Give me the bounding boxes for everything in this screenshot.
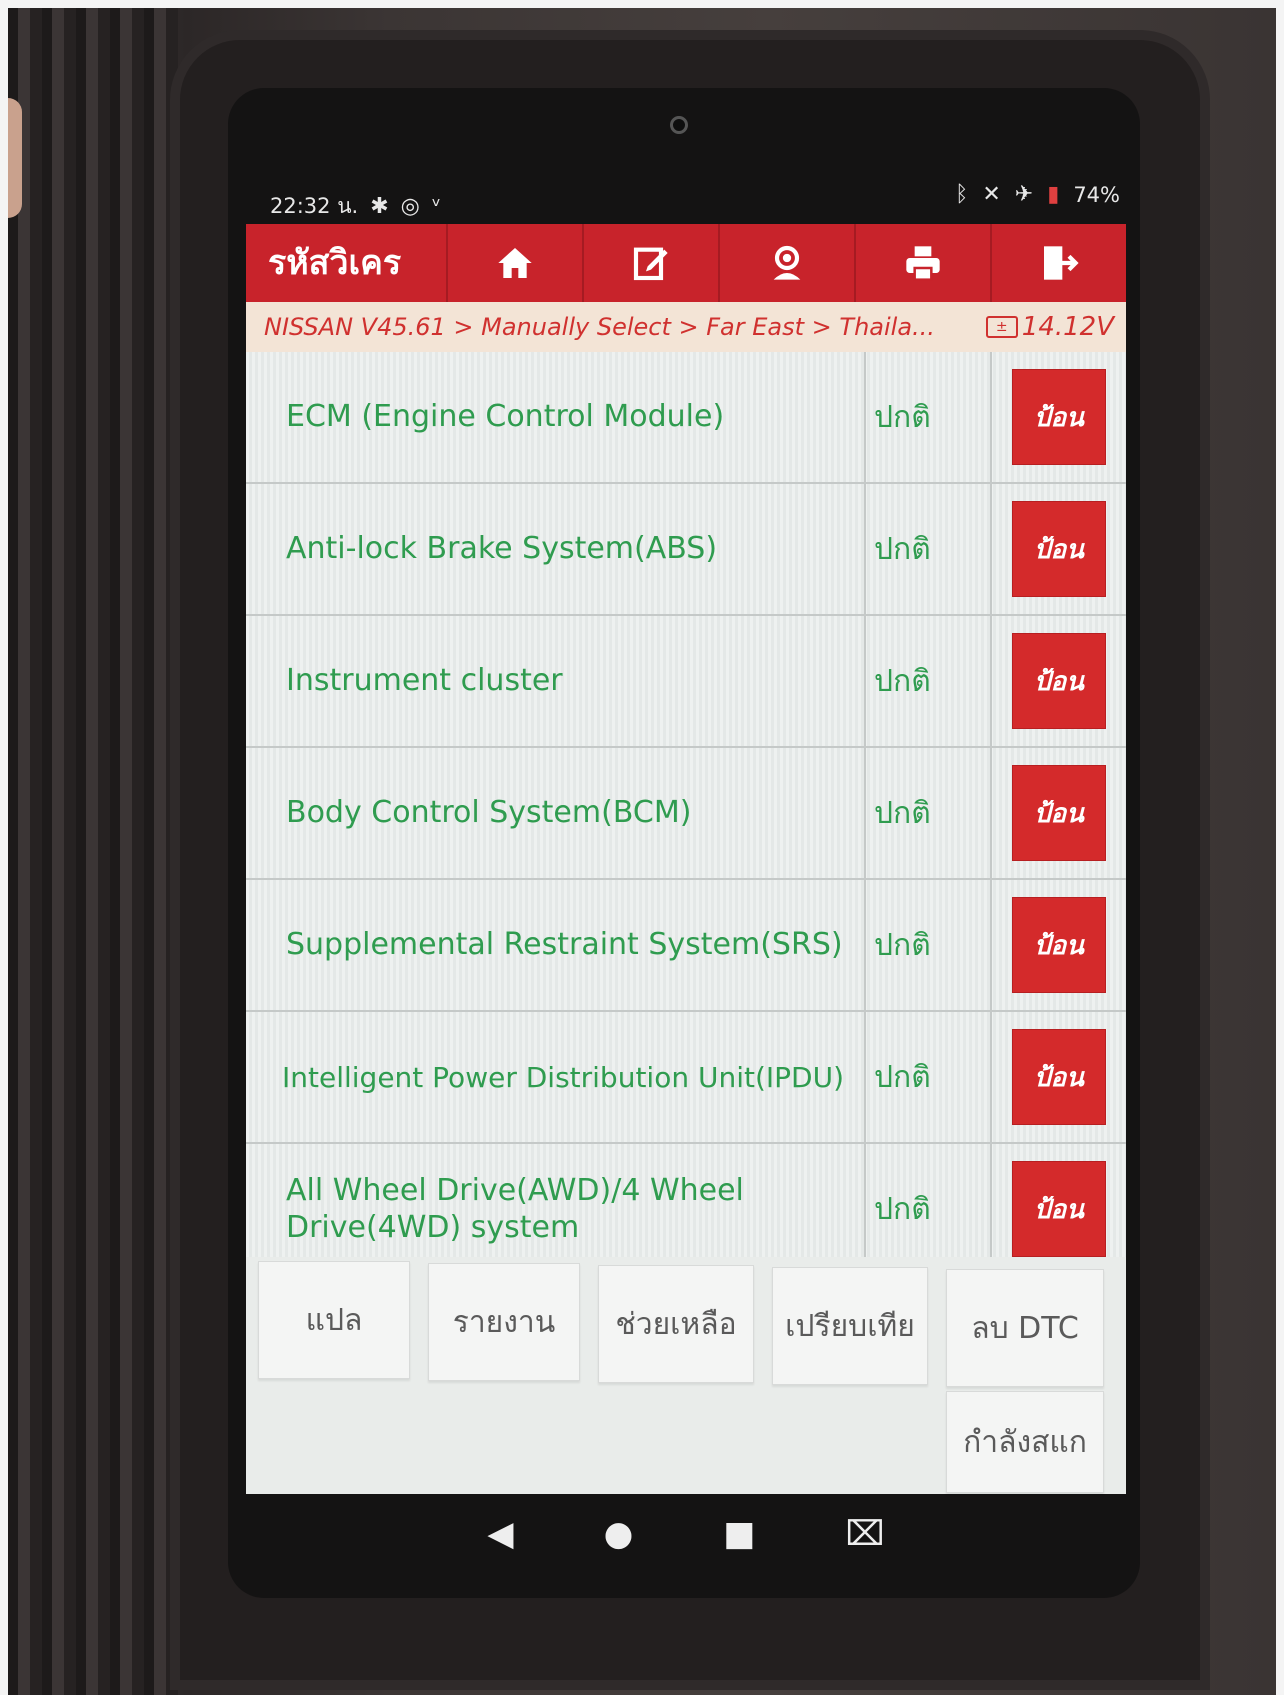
accessibility-icon: ◎ [400,194,420,219]
voltage-value: 14.12V [1021,312,1114,342]
battery-icon: ▮ [1047,182,1060,207]
system-status: ปกติ [866,484,992,614]
recents-icon[interactable]: ■ [723,1514,755,1554]
enter-button[interactable]: ป้อน [1012,897,1106,993]
bluetooth-icon: ᛒ [955,182,969,207]
finger [8,98,22,218]
system-status: ปกติ [866,616,992,746]
enter-button[interactable]: ป้อน [1012,1029,1106,1125]
list-item: ECM (Engine Control Module) ปกติ ป้อน [246,352,1126,484]
list-item: Instrument cluster ปกติ ป้อน [246,616,1126,748]
support-button[interactable] [718,224,854,302]
scanning-button[interactable]: กำลังสแก [946,1391,1104,1493]
page-title: รหัสวิเคร [268,243,402,283]
print-icon [906,246,940,281]
enter-button[interactable]: ป้อน [1012,501,1106,597]
enter-button[interactable]: ป้อน [1012,633,1106,729]
home-icon [498,248,532,278]
battery-voltage-icon: ± [985,316,1018,338]
system-name: Intelligent Power Distribution Unit(IPDU… [246,1012,866,1142]
edit-button[interactable] [582,224,718,302]
enter-button[interactable]: ป้อน [1012,1161,1106,1257]
system-name: Body Control System(BCM) [246,748,866,878]
clear-dtc-button[interactable]: ลบ DTC [946,1269,1104,1387]
help-button[interactable]: ช่วยเหลือ [598,1265,754,1383]
exit-icon [1044,246,1079,280]
system-name: Anti-lock Brake System(ABS) [246,484,866,614]
system-name: Instrument cluster [246,616,866,746]
status-time: 22:32 น. [270,194,359,218]
system-status: ปกติ [866,1012,992,1142]
settings-icon: ✱ [370,194,389,219]
system-name: Supplemental Restraint System(SRS) [246,880,866,1010]
breadcrumb: NISSAN V45.61 > Manually Select > Far Ea… [246,302,1126,352]
diagnostic-app: รหัสวิเคร NISSAN V45.61 > Manually Selec… [246,224,1126,1494]
device-grip [8,8,178,1695]
system-name: All Wheel Drive(AWD)/4 Wheel Drive(4WD) … [246,1144,866,1257]
home-circle-icon[interactable]: ● [604,1514,634,1554]
battery-percent: 74% [1073,182,1120,207]
system-name: ECM (Engine Control Module) [246,352,866,482]
system-status: ปกติ [866,748,992,878]
voltage-indicator: ± 14.12V [985,302,1114,352]
diagnostic-icon: ᵛ [431,194,442,219]
status-bar: 22:32 น. ✱ ◎ ᵛ ᛒ ✕ ✈ ▮ 74% [270,182,1120,222]
enter-button[interactable]: ป้อน [1012,369,1106,465]
system-status: ปกติ [866,1144,992,1257]
enter-button[interactable]: ป้อน [1012,765,1106,861]
home-button[interactable] [446,224,582,302]
system-status: ปกติ [866,880,992,1010]
compare-button[interactable]: เปรียบเทีย [772,1267,928,1385]
list-item: Body Control System(BCM) ปกติ ป้อน [246,748,1126,880]
back-icon[interactable]: ◀ [487,1514,513,1554]
breadcrumb-path: NISSAN V45.61 > Manually Select > Far Ea… [264,313,935,341]
exit-button[interactable] [990,224,1126,302]
list-item: Supplemental Restraint System(SRS) ปกติ … [246,880,1126,1012]
list-item: Anti-lock Brake System(ABS) ปกติ ป้อน [246,484,1126,616]
mute-icon: ✕ [982,182,1001,207]
action-bar: แปล รายงาน ช่วยเหลือ เปรียบเทีย ลบ DTC ก… [246,1257,1126,1494]
translate-button[interactable]: แปล [258,1261,410,1379]
list-item: Intelligent Power Distribution Unit(IPDU… [246,1012,1126,1144]
system-status: ปกติ [866,352,992,482]
print-button[interactable] [854,224,990,302]
system-list: ECM (Engine Control Module) ปกติ ป้อน An… [246,352,1126,1257]
support-icon [773,245,801,280]
screenshot-icon[interactable]: ⌧ [845,1514,884,1554]
edit-icon [633,247,668,281]
airplane-icon: ✈ [1014,182,1034,207]
report-button[interactable]: รายงาน [428,1263,580,1381]
android-nav-bar: ◀ ● ■ ⌧ [246,1494,1126,1574]
list-item: All Wheel Drive(AWD)/4 Wheel Drive(4WD) … [246,1144,1126,1257]
toolbar: รหัสวิเคร [246,224,1126,302]
camera-icon [670,116,688,134]
